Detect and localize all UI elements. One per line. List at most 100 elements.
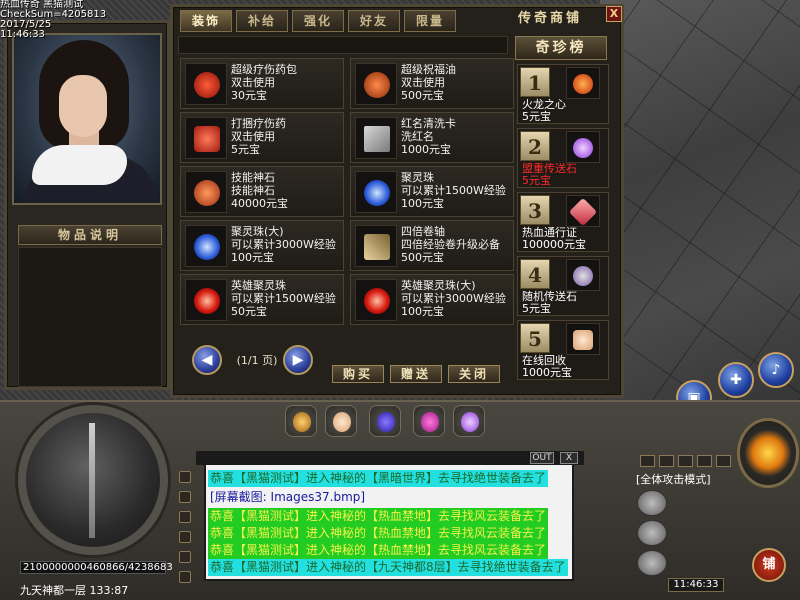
tab-supply[interactable]: 补给 [236,10,288,32]
rare-entry-5[interactable]: 5 在线回收 1000元宝 [517,320,609,380]
rare-list-title: 奇珍榜 [515,36,607,60]
map-location: 九天神都一层 133:87 [20,584,129,597]
buy-button[interactable]: 购买 [332,365,384,383]
chat-line: 恭喜【黑猫测试】进入神秘的【热血禁地】去寻找风云装备去了 [208,525,549,542]
system-info: 热血传奇 黑猫测试 CheckSum=4205813 2017/5/25 11:… [0,0,106,40]
chat-line: 恭喜【黑猫测试】进入神秘的【热血禁地】去寻找风云装备去了 [208,508,549,525]
blue-orb-large-icon [185,225,227,267]
rare-entry-1[interactable]: 1 火龙之心 5元宝 [517,64,609,124]
chat-channel-icon[interactable] [179,511,191,523]
exp-gauge-icon [637,520,667,546]
day-night-sun-icon [737,418,799,488]
chat-channel-icon[interactable] [179,471,191,483]
hp-mp-orb [18,405,168,555]
time-text: 11:46:33 [0,29,45,40]
shop-title: 传奇商铺 [517,11,582,26]
rare-entry-name: 随机传送石 [522,290,577,303]
emote-button[interactable] [640,455,655,467]
rank-badge: 5 [520,323,550,353]
sound-icon[interactable]: ♪ [758,352,794,388]
chat-line: [屏幕截图: Images37.bmp] [208,489,368,506]
page-indicator: (1/1 页) [236,354,278,367]
rare-entry-price: 1000元宝 [522,366,572,379]
skill-stone-icon [185,171,227,213]
blessing-oil-icon [355,63,397,105]
rare-entry-name: 火龙之心 [522,98,566,111]
quick-slot-2[interactable] [325,405,357,437]
shop-item-spirit-orb-large[interactable]: 聚灵珠(大) 可以累计3000W经验 100元宝 [180,220,344,271]
rare-entry-name: 热血通行证 [522,226,577,239]
chat-line: 恭喜【黑猫测试】进入神秘的【热血禁地】去寻找风云装备去了 [208,542,549,559]
game-world-floor[interactable] [600,0,800,400]
game-clock: 11:46:33 [668,578,724,592]
card-icon [355,117,397,159]
level-gauge-icon [637,490,667,516]
tab-limited[interactable]: 限量 [404,10,456,32]
chat-channel-icon[interactable] [179,571,191,583]
item-description-box [18,247,162,387]
shop-item-hero-spirit-orb-large[interactable]: 英雄聚灵珠(大) 可以累计3000W经验 100元宝 [350,274,514,325]
rare-entry-price: 5元宝 [522,302,551,315]
red-potion-bag-icon [185,63,227,105]
potion-bundle-icon [185,117,227,159]
tab-friends[interactable]: 好友 [348,10,400,32]
quick-item-bar [285,405,485,437]
emote-button[interactable] [659,455,674,467]
shop-item-potion-bundle[interactable]: 打捆疗伤药 双击使用 5元宝 [180,112,344,163]
quick-slot-1[interactable] [285,405,317,437]
random-stone-icon [566,259,600,291]
hp-mp-readout: 2100000000460866/4238683 [20,561,173,574]
character-portrait [12,33,162,205]
rank-badge: 3 [520,195,550,225]
shop-item-skill-stone[interactable]: 技能神石 技能神石 40000元宝 [180,166,344,217]
pass-crystal-icon [566,195,600,227]
chat-close-icon[interactable]: X [560,452,578,464]
chat-channel-icon[interactable] [179,491,191,503]
rare-entry-name: 盟重传送石 [522,162,577,175]
rare-entry-2[interactable]: 2 盟重传送石 5元宝 [517,128,609,188]
red-orb-large-icon [355,279,397,321]
quick-slot-4[interactable] [413,405,445,437]
emote-button[interactable] [697,455,712,467]
chat-top-bar [196,451,584,465]
prev-page-button[interactable]: ◀ [192,345,222,375]
shop-item-red-name-card[interactable]: 红名清洗卡 洗红名 1000元宝 [350,112,514,163]
shop-button[interactable]: 铺 [752,548,786,582]
fire-dragon-heart-icon [566,67,600,99]
shop-item-super-blessing-oil[interactable]: 超级祝福油 双击使用 500元宝 [350,58,514,109]
red-orb-icon [185,279,227,321]
next-page-button[interactable]: ▶ [283,345,313,375]
close-icon[interactable]: X [606,6,622,22]
shop-item-super-potion-pack[interactable]: 超级疗伤药包 双击使用 30元宝 [180,58,344,109]
teleport-stone-icon [566,131,600,163]
tab-enhance[interactable]: 强化 [292,10,344,32]
emote-button[interactable] [678,455,693,467]
chat-line: 恭喜【黑猫测试】进入神秘的【黑暗世界】去寻找绝世装备去了 [208,470,549,487]
close-button[interactable]: 关闭 [448,365,500,383]
item-description-title: 物品说明 [18,225,162,245]
chat-out-button[interactable]: OUT [530,452,554,464]
shop-item-quad-scroll[interactable]: 四倍卷轴 四倍经验卷升级必备 500元宝 [350,220,514,271]
tab-decoration[interactable]: 装饰 [180,10,232,32]
rare-entry-price: 5元宝 [522,110,551,123]
rank-badge: 4 [520,259,550,289]
scroll-icon [355,225,397,267]
chat-line: 恭喜【黑猫测试】进入神秘的【九天神都8层】去寻找绝世装备去了 [208,559,568,576]
gift-button[interactable]: 赠送 [390,365,442,383]
shop-item-spirit-orb[interactable]: 聚灵珠 可以累计1500W经验 100元宝 [350,166,514,217]
rare-entry-3[interactable]: 3 热血通行证 100000元宝 [517,192,609,252]
attack-mode[interactable]: [全体攻击模式] [636,472,726,487]
map-icon[interactable]: ✚ [718,362,754,398]
rare-entry-4[interactable]: 4 随机传送石 5元宝 [517,256,609,316]
shop-header-strip [178,36,508,54]
blue-orb-icon [355,171,397,213]
shop-item-hero-spirit-orb[interactable]: 英雄聚灵珠 可以累计1500W经验 50元宝 [180,274,344,325]
weight-gauge-icon [637,550,667,576]
chat-channel-icon[interactable] [179,551,191,563]
rank-badge: 2 [520,131,550,161]
quick-slot-3[interactable] [369,405,401,437]
chat-channel-icon[interactable] [179,531,191,543]
rare-entry-price: 5元宝 [522,174,551,187]
emote-button[interactable] [716,455,731,467]
quick-slot-5[interactable] [453,405,485,437]
